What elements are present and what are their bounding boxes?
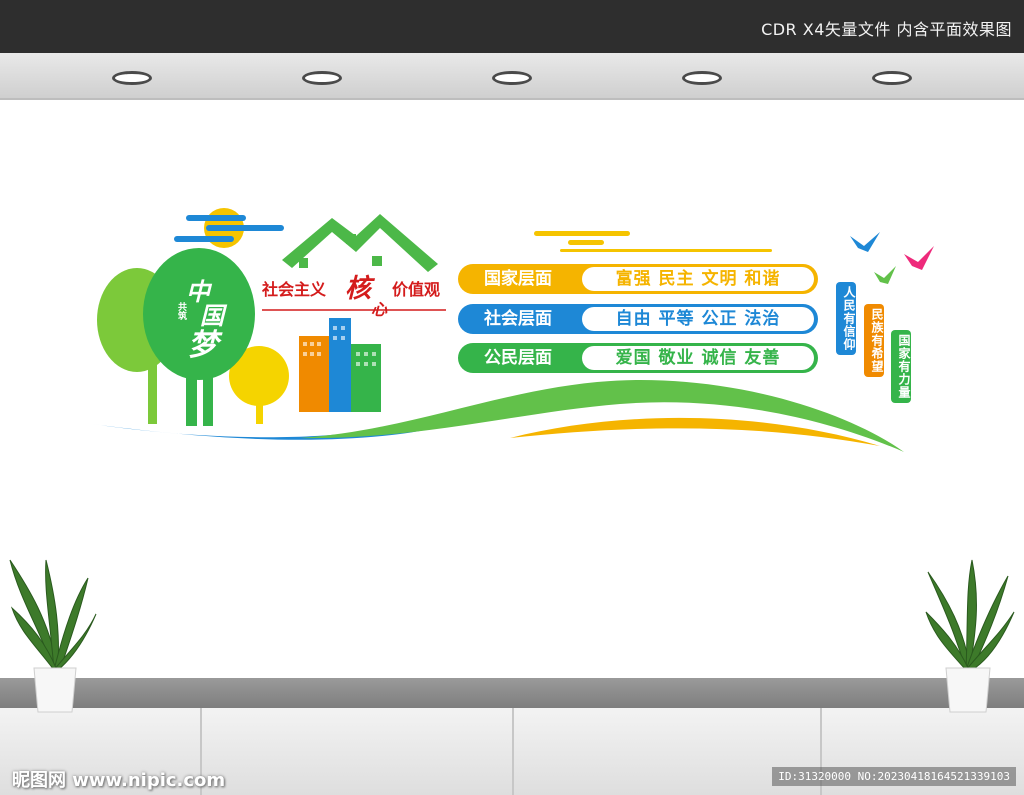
- site-watermark: 昵图网 www.nipic.com: [12, 770, 226, 791]
- bird-icon: [904, 246, 934, 270]
- row-label: 公民层面: [484, 348, 552, 368]
- floor-tile-seam: [512, 708, 514, 795]
- title-suffix: 价值观: [392, 280, 441, 299]
- title-small-char: 心: [371, 300, 388, 319]
- row-label: 社会层面: [484, 309, 552, 329]
- house-icon: [282, 214, 438, 272]
- row-values: 爱国 敬业 诚信 友善: [582, 346, 814, 370]
- tag-people: 人民有信仰: [836, 282, 856, 355]
- wall-graphic: [92, 208, 934, 452]
- tree-char-3: 梦: [188, 328, 218, 363]
- title-big-char: 核: [345, 274, 372, 304]
- bird-icon: [874, 266, 896, 284]
- row-values: 自由 平等 公正 法治: [582, 307, 814, 331]
- wave-icon: [300, 380, 904, 452]
- baseboard: [0, 678, 1024, 708]
- tag-nation: 民族有希望: [864, 304, 884, 377]
- image-id-label: ID:31320000 NO:20230418164521339103: [772, 767, 1016, 786]
- cloud-icon: [534, 231, 772, 252]
- tag-country: 国家有力量: [891, 330, 911, 403]
- cloud-icon: [174, 215, 284, 242]
- buildings-icon: [299, 318, 381, 412]
- row-social: 社会层面 自由 平等 公正 法治: [458, 304, 818, 334]
- row-values: 富强 民主 文明 和谐: [582, 267, 814, 291]
- row-label: 国家层面: [484, 269, 552, 289]
- title-prefix: 社会主义: [262, 280, 327, 299]
- bird-icon: [850, 232, 880, 252]
- row-national: 国家层面 富强 民主 文明 和谐: [458, 264, 818, 294]
- row-citizen: 公民层面 爱国 敬业 诚信 友善: [458, 343, 818, 373]
